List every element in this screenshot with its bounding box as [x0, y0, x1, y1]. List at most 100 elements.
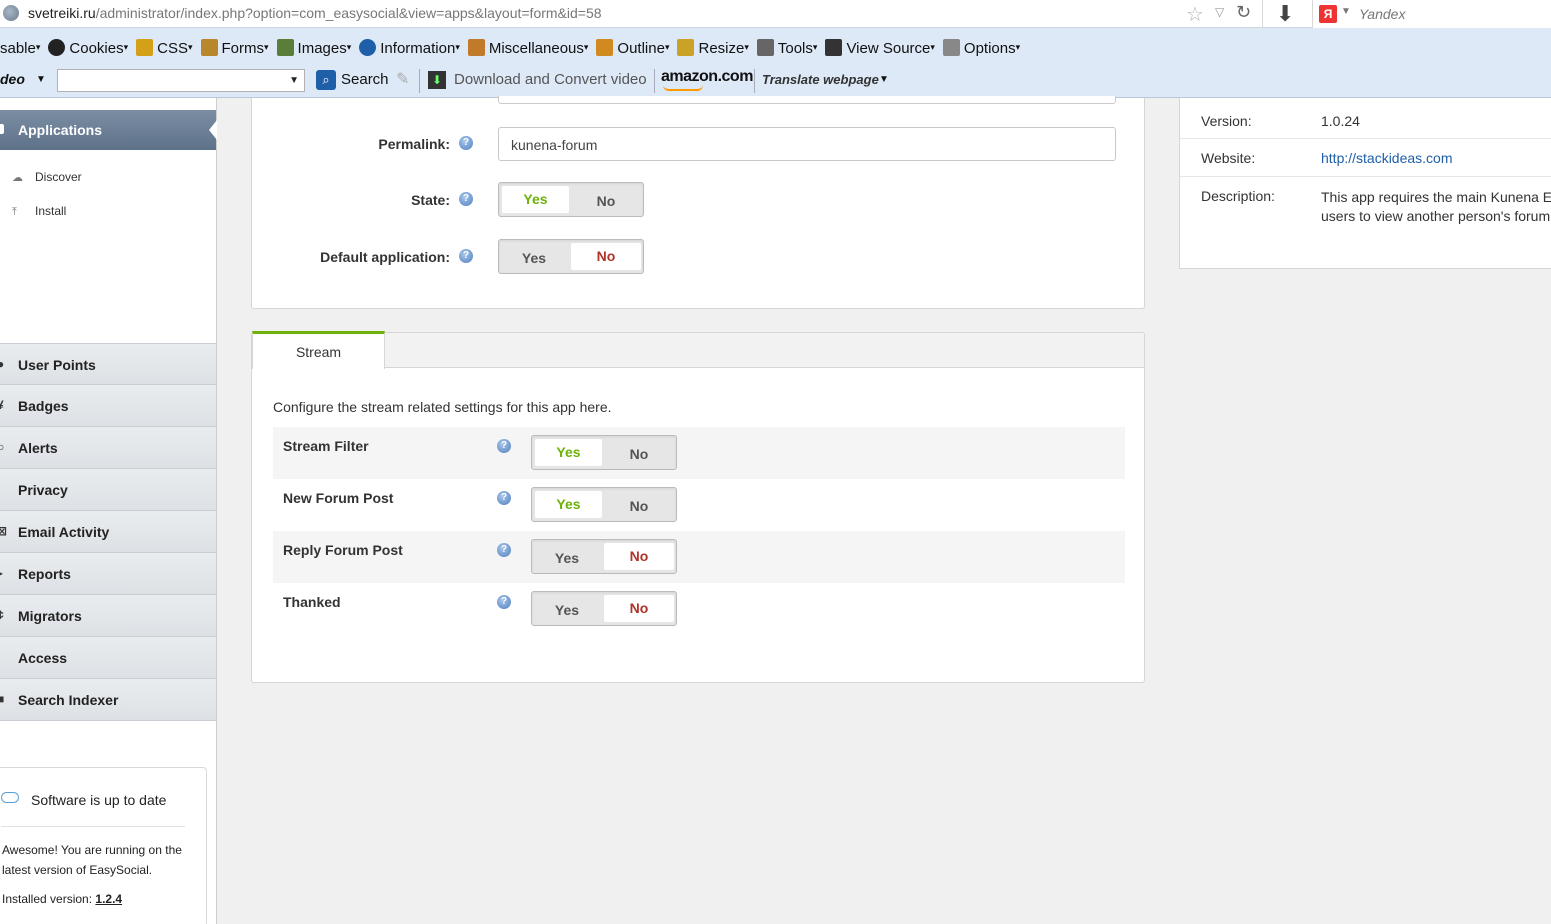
update-status-message: Awesome! You are running on the latest v… [2, 843, 182, 877]
toolbar-menu-label: sable [0, 39, 36, 57]
sidebar-nav-list: ● User Points ¥ Badges ○ Alerts Privacy ⊠ Email … [0, 343, 216, 721]
sidebar-item-icon: ▸ [0, 566, 4, 580]
permalink-input[interactable]: kunena-forum [498, 127, 1116, 161]
tab-stream[interactable]: Stream [252, 331, 385, 369]
address-bar[interactable]: svetreiki.ru/administrator/index.php?opt… [0, 0, 1551, 28]
default-no-option[interactable]: No [571, 243, 641, 270]
toggle-no-option[interactable]: No [604, 543, 674, 570]
help-icon[interactable]: ? [497, 491, 511, 505]
chevron-down-icon[interactable]: ▼ [289, 75, 299, 86]
bookmark-star-icon[interactable]: ☆ [1186, 2, 1204, 27]
toolbar-menu-images[interactable]: Images▾ [276, 39, 351, 57]
amazon-button[interactable]: amazon.com [661, 68, 753, 86]
sidebar-item-migrators[interactable]: ¢ Migrators [0, 595, 216, 637]
title-input[interactable] [498, 96, 1116, 104]
toolbar-search-combobox[interactable]: ▼ [57, 69, 305, 92]
sidebar-item-access[interactable]: Access [0, 637, 216, 679]
sidebar-item-email-activity[interactable]: ⊠ Email Activity [0, 511, 216, 553]
cloud-icon: ☁ [12, 172, 23, 184]
toolbar-menu-resize[interactable]: Resize▾ [677, 39, 749, 57]
stream-setting-toggle[interactable]: Yes No [531, 539, 677, 574]
sidebar-item-applications[interactable]: Applications [0, 110, 217, 150]
toolbar-menu-view-source[interactable]: View Source▾ [825, 39, 935, 57]
sidebar-item-label: Access [18, 650, 68, 666]
yandex-logo-icon[interactable]: Я [1319, 5, 1337, 23]
stream-setting-toggle[interactable]: Yes No [531, 435, 677, 470]
sidebar-item-privacy[interactable]: Privacy [0, 469, 216, 511]
help-icon[interactable]: ? [497, 439, 511, 453]
divider [1180, 138, 1551, 139]
chevron-down-icon[interactable]: ▽ [1215, 5, 1224, 19]
search-button[interactable]: Search [341, 71, 389, 88]
translate-webpage-button[interactable]: Translate webpage [762, 72, 879, 87]
toolbar-menu-options[interactable]: Options▾ [942, 39, 1020, 57]
description-label: Description: [1201, 188, 1275, 204]
download-convert-video-button[interactable]: Download and Convert video [454, 71, 647, 88]
sidebar-item-label: Privacy [18, 482, 68, 498]
chevron-down-icon[interactable]: ▼ [879, 74, 889, 85]
toolbar-menu-cookies[interactable]: Cookies▾ [48, 39, 128, 57]
app-settings-panel: Permalink: ? kunena-forum State: ? Yes N… [251, 96, 1145, 309]
state-yes-option[interactable]: Yes [502, 186, 569, 213]
toggle-yes-option[interactable]: Yes [532, 540, 602, 573]
chevron-down-icon: ▾ [930, 42, 935, 53]
sidebar-item-label: Applications [18, 122, 103, 138]
toolbar-menu-label: Cookies [69, 40, 124, 58]
sidebar-item-label: Alerts [18, 440, 58, 456]
toggle-yes-option[interactable]: Yes [532, 592, 602, 625]
toolbar-menu-tools[interactable]: Tools▾ [756, 39, 817, 57]
upload-icon: ⤒ [12, 206, 17, 218]
sidebar-item-icon: ● [0, 357, 5, 371]
sidebar-item-label: Migrators [18, 608, 82, 624]
stream-setting-toggle[interactable]: Yes No [531, 591, 677, 626]
search-engine-box[interactable]: Я ▼ Yandex [1312, 0, 1551, 28]
toggle-yes-option[interactable]: Yes [535, 491, 602, 518]
web-developer-toolbar: sable▾ Cookies▾ CSS▾ Forms▾ Images▾ Informati… [0, 39, 1028, 61]
stream-setting-toggle[interactable]: Yes No [531, 487, 677, 522]
stream-setting-label: Reply Forum Post [283, 542, 403, 558]
state-toggle[interactable]: Yes No [498, 182, 644, 217]
toolbar-menu-sable[interactable]: sable▾ [0, 40, 40, 57]
toggle-no-option[interactable]: No [604, 488, 674, 521]
highlighter-icon[interactable]: ✎ [396, 69, 409, 89]
help-icon[interactable]: ? [459, 249, 473, 263]
toolbar-menu-outline[interactable]: Outline▾ [596, 39, 669, 57]
wand-icon [136, 39, 154, 57]
applications-icon [0, 124, 4, 134]
sidebar-item-badges[interactable]: ¥ Badges [0, 385, 216, 427]
installed-version-value[interactable]: 1.2.4 [95, 892, 122, 906]
sidebar-subitem-discover[interactable]: ☁ Discover [12, 170, 82, 184]
help-icon[interactable]: ? [497, 595, 511, 609]
installed-version: Installed version: 1.2.4 [2, 892, 122, 906]
toolbar-menu-css[interactable]: CSS▾ [136, 39, 193, 57]
default-application-toggle[interactable]: Yes No [498, 239, 644, 274]
toggle-no-option[interactable]: No [604, 436, 674, 469]
reload-icon[interactable]: ↻ [1236, 2, 1251, 23]
toolbar-menu-forms[interactable]: Forms▾ [200, 39, 269, 57]
update-status-title: Software is up to date [31, 792, 167, 808]
sidebar-item-search-indexer[interactable]: ■ Search Indexer [0, 679, 216, 721]
toolbar-menu-information[interactable]: Information▾ [359, 39, 460, 57]
website-link[interactable]: http://stackideas.com [1321, 150, 1453, 166]
sidebar-item-icon: ¢ [0, 608, 4, 622]
toolbar-menu-miscellaneous[interactable]: Miscellaneous▾ [467, 39, 588, 57]
url-text[interactable]: svetreiki.ru/administrator/index.php?opt… [28, 5, 602, 21]
sidebar-subitem-label: Discover [35, 170, 82, 184]
help-icon[interactable]: ? [497, 543, 511, 557]
help-icon[interactable]: ? [459, 192, 473, 206]
download-video-icon[interactable]: ⬇ [428, 71, 446, 89]
search-icon[interactable]: ⌕ [316, 70, 336, 90]
download-arrow-icon[interactable]: ⬇ [1276, 1, 1294, 27]
chevron-down-icon[interactable]: ▼ [36, 74, 46, 85]
help-icon[interactable]: ? [459, 136, 473, 150]
sidebar-item-label: Reports [18, 566, 71, 582]
sidebar-item-user-points[interactable]: ● User Points [0, 343, 216, 385]
default-yes-option[interactable]: Yes [499, 240, 569, 273]
sidebar-subitem-install[interactable]: ⤒ Install [12, 204, 66, 219]
sidebar-item-alerts[interactable]: ○ Alerts [0, 427, 216, 469]
state-no-option[interactable]: No [571, 183, 641, 216]
toggle-no-option[interactable]: No [604, 595, 674, 622]
toggle-yes-option[interactable]: Yes [535, 439, 602, 466]
chevron-down-icon[interactable]: ▼ [1341, 6, 1351, 17]
sidebar-item-reports[interactable]: ▸ Reports [0, 553, 216, 595]
